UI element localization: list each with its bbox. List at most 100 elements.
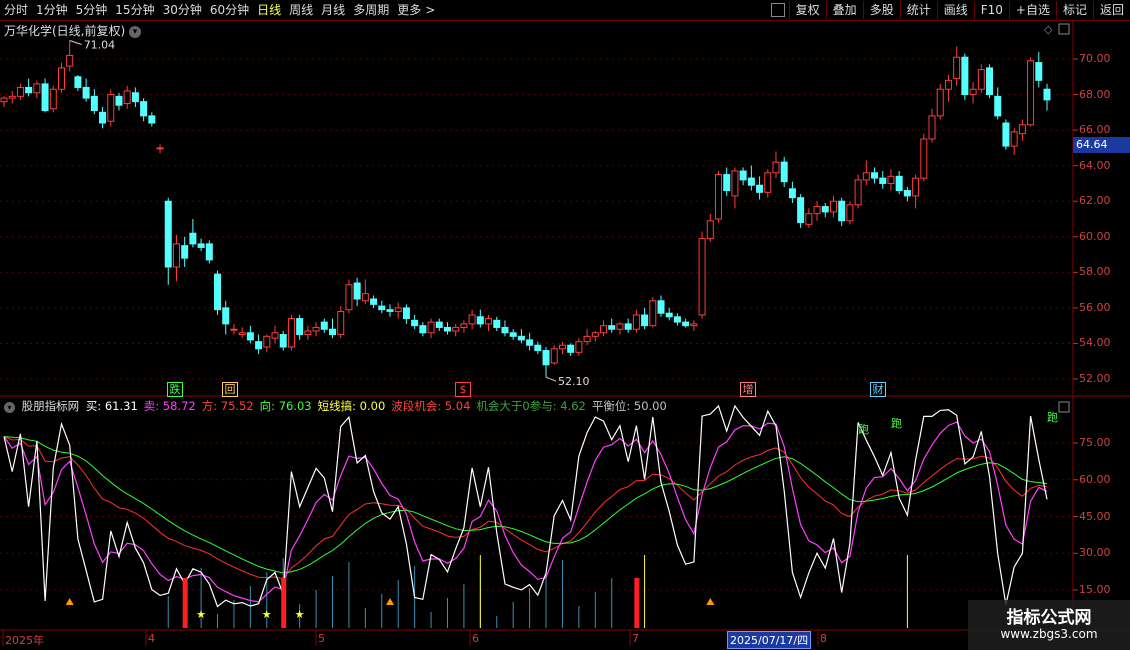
candle-body — [838, 200, 846, 222]
candle-body — [665, 312, 673, 318]
candle-body — [394, 307, 402, 312]
current-price-tag: 64.64 — [1073, 137, 1130, 153]
candle-body — [33, 83, 41, 94]
candle-body — [567, 344, 575, 353]
candle-body — [0, 97, 8, 103]
candle-body — [279, 334, 287, 348]
candle-body — [8, 95, 16, 99]
indicator-field-1: 卖: 58.72 — [143, 399, 196, 413]
candle-body — [583, 335, 591, 343]
candle-body — [550, 348, 558, 364]
event-label-1[interactable]: 回 — [222, 382, 238, 397]
candle-body — [99, 111, 107, 124]
candle-body — [468, 314, 476, 325]
candle-body — [386, 309, 394, 312]
candle-body — [986, 67, 994, 96]
candle-body — [493, 319, 501, 328]
triangle-signal-icon — [706, 598, 715, 605]
price-axis-label: 62.00 — [1079, 194, 1111, 208]
chevron-down-icon[interactable]: ▾ — [4, 402, 15, 413]
candle-body — [690, 323, 698, 327]
candle-body — [698, 238, 706, 316]
event-label-0[interactable]: 跌 — [167, 382, 183, 397]
candle-body — [641, 314, 649, 327]
candle-body — [534, 344, 542, 352]
price-axis-label: 66.00 — [1079, 123, 1111, 137]
candle-body — [107, 94, 115, 122]
event-label-2[interactable]: $ — [455, 382, 471, 397]
date-axis-label: 2025年 — [5, 634, 44, 647]
candle-body — [172, 243, 180, 268]
candle-body — [649, 300, 657, 327]
candle-body — [813, 206, 821, 215]
candle-body — [706, 220, 714, 240]
candle-body — [41, 83, 49, 112]
star-icon: ★ — [295, 608, 305, 621]
candle-body — [378, 305, 386, 311]
candle-body — [419, 325, 427, 334]
candle-body — [829, 200, 837, 213]
candle-body — [805, 213, 813, 225]
candle-body — [287, 318, 295, 348]
candle-body — [222, 307, 230, 325]
high-price-label: 71.04 — [84, 39, 116, 52]
indicator-maximize-icon[interactable] — [1058, 401, 1070, 413]
high-marker-line — [69, 40, 82, 45]
event-label-4[interactable]: 财 — [870, 382, 886, 397]
candlesticks — [0, 40, 1051, 378]
candle-body — [912, 177, 920, 197]
diamond-icon[interactable]: ◇ — [1044, 23, 1053, 36]
candle-body — [1043, 88, 1051, 101]
candle-body — [879, 177, 887, 184]
candle-body — [977, 69, 985, 90]
candle-body — [255, 341, 263, 350]
candle-body — [246, 332, 254, 341]
candle-body — [296, 318, 304, 336]
candle-body — [1027, 60, 1035, 126]
signal-bar — [634, 578, 640, 628]
candle-body — [411, 319, 419, 327]
date-axis-label: 8 — [820, 632, 827, 645]
candle-body — [189, 232, 197, 245]
maximize-icon[interactable] — [1058, 23, 1070, 35]
candle-body — [501, 326, 509, 334]
event-label-3[interactable]: 增 — [740, 382, 756, 397]
indicator-axis-label: 45.00 — [1079, 509, 1111, 523]
candle-body — [903, 190, 911, 197]
candle-body — [1002, 122, 1010, 147]
candle-body — [66, 54, 74, 67]
candle-body — [312, 326, 320, 332]
indicator-name: 股朋指标网 — [21, 399, 80, 413]
candle-body — [164, 200, 172, 268]
price-axis-label: 68.00 — [1079, 87, 1111, 101]
candle-body — [788, 188, 796, 199]
candle-body — [197, 243, 205, 248]
date-axis-label: 6 — [472, 632, 479, 645]
candle-body — [854, 179, 862, 206]
candle-body — [460, 323, 468, 328]
price-axis-label: 70.00 — [1079, 52, 1111, 65]
candle-body — [862, 172, 870, 181]
candle-body — [731, 170, 739, 197]
indicator-field-4: 短线搞: 0.00 — [317, 399, 386, 413]
price-axis-label: 56.00 — [1079, 300, 1111, 314]
candle-body — [608, 325, 616, 330]
candle-body — [16, 86, 24, 97]
candle-body — [230, 328, 238, 331]
candle-body — [517, 335, 525, 341]
kline-chart[interactable]: ★ ★ ★跑跑跑 71.0452.10 ◇ — [0, 0, 1130, 650]
indicator-axis-label: 75.00 — [1079, 436, 1111, 449]
candle-body — [181, 245, 189, 259]
candle-body — [542, 350, 550, 366]
candle-body — [49, 88, 57, 110]
watermark-logo: 指标公式网 www.zbgs3.com — [968, 600, 1130, 650]
candle-body — [682, 321, 690, 327]
candle-body — [821, 206, 829, 213]
candle-body — [994, 95, 1002, 117]
buy-line — [3, 404, 1048, 608]
candle-body — [345, 284, 353, 311]
candle-body — [74, 76, 82, 88]
candle-body — [140, 101, 148, 117]
candle-body — [452, 326, 460, 332]
candle-body — [632, 314, 640, 330]
